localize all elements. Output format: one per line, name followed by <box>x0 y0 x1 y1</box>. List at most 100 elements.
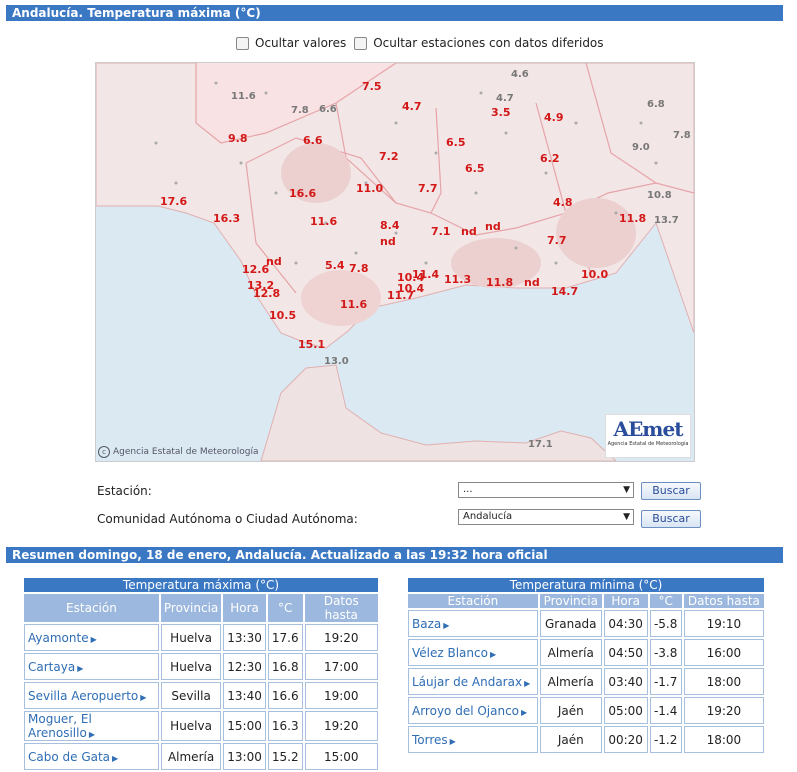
hide-values-checkbox[interactable] <box>236 36 249 50</box>
station-name[interactable]: Sevilla Aeropuerto <box>28 689 138 703</box>
map-value[interactable]: 3.5 <box>491 106 511 119</box>
station-name[interactable]: Ayamonte <box>28 631 89 645</box>
map-value-deferred[interactable]: 4.6 <box>511 69 529 80</box>
map-value-deferred[interactable]: 10.8 <box>647 190 672 201</box>
map-value[interactable]: 4.7 <box>402 100 422 113</box>
column-header: Hora <box>603 594 648 608</box>
column-header: Provincia <box>160 594 222 622</box>
temp-cell: -1.2 <box>649 726 682 753</box>
map-value[interactable]: 4.8 <box>553 196 573 209</box>
data-until-cell: 19:20 <box>683 697 764 724</box>
map-value[interactable]: 6.5 <box>446 136 466 149</box>
map-value-deferred[interactable]: 17.1 <box>528 439 553 450</box>
data-until-cell: 19:20 <box>304 711 378 741</box>
station-name[interactable]: Torres <box>412 733 448 747</box>
map-value[interactable]: nd <box>485 220 501 233</box>
map-value[interactable]: nd <box>461 225 477 238</box>
station-search-button[interactable]: Buscar <box>641 482 701 500</box>
time-cell: 03:40 <box>603 668 648 695</box>
data-until-cell: 15:00 <box>304 743 378 770</box>
map-value[interactable]: 16.3 <box>213 212 240 225</box>
map-value[interactable]: 6.6 <box>303 134 323 147</box>
map-value-deferred[interactable]: 6.6 <box>319 104 337 115</box>
map-value[interactable]: 11.3 <box>444 273 471 286</box>
map-value[interactable]: 16.6 <box>289 187 316 200</box>
station-link[interactable]: Baza ▶ <box>408 610 538 637</box>
station-name[interactable]: Láujar de Andarax <box>412 675 522 689</box>
map-value[interactable]: 8.4 <box>380 219 400 232</box>
station-name[interactable]: Baza <box>412 617 441 631</box>
map-value[interactable]: 4.9 <box>544 111 564 124</box>
map-value[interactable]: 11.7 <box>387 289 414 302</box>
map-value-deferred[interactable]: 7.8 <box>673 130 691 141</box>
map-value[interactable]: 12.6 <box>242 263 269 276</box>
map-value[interactable]: 11.8 <box>486 276 513 289</box>
hide-deferred-option[interactable]: Ocultar estaciones con datos diferidos <box>354 36 604 50</box>
station-name[interactable]: Cartaya <box>28 660 75 674</box>
map-value[interactable]: 6.5 <box>465 162 485 175</box>
map-value[interactable]: 7.8 <box>349 262 369 275</box>
community-search-button[interactable]: Buscar <box>641 510 701 528</box>
column-header: Datos hasta <box>683 594 764 608</box>
station-link[interactable]: Arroyo del Ojanco ▶ <box>408 697 538 724</box>
map-value[interactable]: 11.4 <box>412 268 439 281</box>
temp-cell: 16.8 <box>267 653 303 680</box>
station-name[interactable]: Moguer, El Arenosillo <box>28 712 92 740</box>
map-value[interactable]: 7.2 <box>379 150 399 163</box>
station-name[interactable]: Vélez Blanco <box>412 646 488 660</box>
map-value-deferred[interactable]: 13.0 <box>324 356 349 367</box>
station-link[interactable]: Ayamonte ▶ <box>24 624 159 651</box>
column-header: Estación <box>24 594 159 622</box>
station-name[interactable]: Arroyo del Ojanco <box>412 704 519 718</box>
map-value[interactable]: 6.2 <box>540 152 560 165</box>
map-value[interactable]: 7.7 <box>418 182 438 195</box>
aemet-logo: AEmet Agencia Estatal de Meteorología <box>605 414 691 458</box>
map-value[interactable]: 17.6 <box>160 195 187 208</box>
table-row: Cabo de Gata ▶ Almería 13:00 15.2 15:00 <box>24 743 378 770</box>
province-cell: Jaén <box>539 726 602 753</box>
hide-deferred-checkbox[interactable] <box>354 36 368 50</box>
map-value[interactable]: 11.0 <box>356 182 383 195</box>
map-value[interactable]: 9.8 <box>228 132 248 145</box>
map-value[interactable]: 7.1 <box>431 225 451 238</box>
station-link[interactable]: Moguer, El Arenosillo ▶ <box>24 711 159 741</box>
station-link[interactable]: Vélez Blanco ▶ <box>408 639 538 666</box>
map-value[interactable]: 11.6 <box>310 215 337 228</box>
map-value-deferred[interactable]: 11.6 <box>231 91 256 102</box>
station-link[interactable]: Torres ▶ <box>408 726 538 753</box>
map-value[interactable]: 12.8 <box>253 287 280 300</box>
map-value[interactable]: 14.7 <box>551 285 578 298</box>
column-header: Provincia <box>539 594 602 608</box>
map-value-deferred[interactable]: 6.8 <box>647 99 665 110</box>
map-value-deferred[interactable]: 4.7 <box>496 93 514 104</box>
column-header: Datos hasta <box>304 594 378 622</box>
map-value[interactable]: 5.4 <box>325 259 345 272</box>
map-value-deferred[interactable]: 9.0 <box>632 142 650 153</box>
station-select[interactable]: ... ▼ <box>458 482 634 498</box>
station-link[interactable]: Cabo de Gata ▶ <box>24 743 159 770</box>
station-label: Estación: <box>97 484 152 498</box>
map-value-deferred[interactable]: 7.8 <box>291 105 309 116</box>
map-value-deferred[interactable]: 13.7 <box>654 215 679 226</box>
station-link[interactable]: Cartaya ▶ <box>24 653 159 680</box>
station-link[interactable]: Láujar de Andarax ▶ <box>408 668 538 695</box>
map-value[interactable]: 7.5 <box>362 80 382 93</box>
arrow-right-icon: ▶ <box>443 620 450 630</box>
map-value[interactable]: 7.7 <box>547 234 567 247</box>
temp-cell: 17.6 <box>267 624 303 651</box>
map-value[interactable]: nd <box>380 235 396 248</box>
hide-values-option[interactable]: Ocultar valores <box>236 36 346 50</box>
map-value[interactable]: 15.1 <box>298 338 325 351</box>
map-value[interactable]: 10.5 <box>269 309 296 322</box>
station-name[interactable]: Cabo de Gata <box>28 750 110 764</box>
temperature-map[interactable]: 7.5 4.7 3.5 4.9 9.8 6.6 6.5 7.2 6.2 6.5 … <box>95 62 695 462</box>
station-link[interactable]: Sevilla Aeropuerto ▶ <box>24 682 159 709</box>
map-value[interactable]: 10.0 <box>581 268 608 281</box>
community-select[interactable]: Andalucía ▼ <box>458 509 634 525</box>
map-value[interactable]: nd <box>524 276 540 289</box>
time-cell: 00:20 <box>603 726 648 753</box>
map-value[interactable]: 11.8 <box>619 212 646 225</box>
map-value[interactable]: 11.6 <box>340 298 367 311</box>
time-cell: 15:00 <box>223 711 266 741</box>
arrow-right-icon: ▶ <box>521 707 528 717</box>
